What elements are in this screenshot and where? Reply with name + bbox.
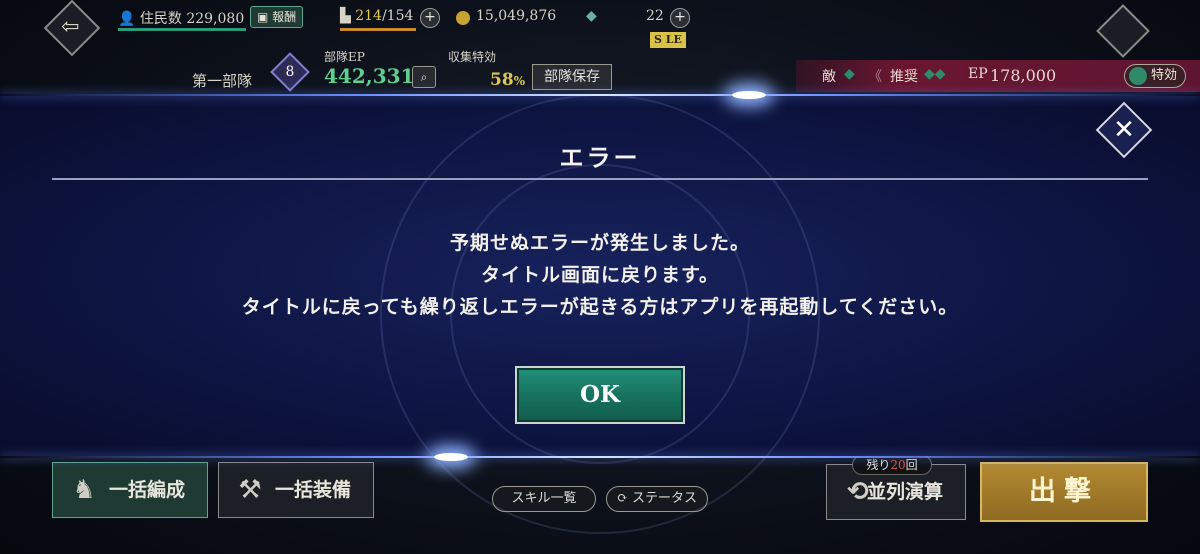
residents-value: 229,080 [186,11,245,27]
modal-title: エラー [559,143,641,172]
error-message-line-2: タイトル画面に戻ります。 [480,264,720,286]
back-arrow-icon: ⇦ [61,14,80,40]
modal-top-glow-spark [732,91,766,99]
search-icon: ⌕ [420,70,428,84]
top-status-bar: ⇦ 👤 住民数 229,080 ▣ 報酬 ▙ 214/154 + 15,049,… [0,0,1200,58]
modal-bottom-glow-line [0,456,1200,458]
modal-bottom-glow-spark [434,453,468,461]
reward-button[interactable]: ▣ 報酬 [250,6,304,28]
gear-icon [1128,67,1147,85]
enemy-info-strip: 敵 ◆ 《 推奨 ◆◆ EP 178,000 特効 [796,60,1200,92]
menu-grid-button[interactable] [1096,4,1150,58]
bulk-equip-button[interactable]: ⚒ 一括装備 [218,462,374,518]
sortie-button[interactable]: 出撃 [980,462,1148,522]
sle-badge: S LE [650,32,686,48]
gems-plus-button[interactable]: + [670,8,690,28]
stamina-icon: ▙ [340,8,351,24]
reward-icon: ▣ [257,10,269,24]
party-ep-label: 部隊EP [324,50,365,64]
party-ep-value: 442,331 [324,64,415,88]
remaining-count-badge: 残り20回 [852,455,932,475]
party-save-button[interactable]: 部隊保存 [532,64,612,90]
party-rank-badge: 8 [270,52,310,92]
gem-icon: ◆ [586,8,597,24]
stamina-bar [340,28,416,31]
coins-value: 15,049,876 [476,8,557,24]
recommend-icon: ◆◆ [924,66,946,82]
modal-top-glow-line [0,94,1200,96]
enemy-ep-value: 178,000 [990,66,1057,85]
person-icon: 👤 [118,11,136,27]
enemy-label: 敵 [822,69,836,85]
enemy-attr-icon: ◆ [844,66,855,82]
hammer-icon: ⚒ [238,475,262,505]
stamina-value: 214 [355,8,382,24]
cycle-icon: ⟲ [847,477,869,507]
stamina-stat: ▙ 214/154 [340,8,413,24]
residents-label: 住民数 [139,11,182,27]
residents-bar [118,28,246,31]
ok-button[interactable]: OK [515,366,685,424]
chevron-left-icon: 《 [868,69,882,85]
gems-stat: 22 [646,8,664,24]
magnifier-button[interactable]: ⌕ [412,66,436,88]
enemy-ep-label: EP [968,66,988,82]
stamina-max: /154 [381,8,414,24]
collect-label: 収集特効 [448,50,497,64]
character-icon: ♞ [72,475,96,505]
gems-value: 22 [646,8,664,24]
close-icon: ✕ [1113,115,1135,145]
coins-stat: 15,049,876 [476,8,556,24]
error-message-line-1: 予期せぬエラーが発生しました。 [449,232,750,254]
recommend-label: 推奨 [890,69,918,85]
title-divider [52,178,1148,180]
error-message-line-3: タイトルに戻っても繰り返しエラーが起きる方はアプリを再起動してください。 [241,296,959,318]
special-effect-button[interactable]: 特効 [1123,64,1186,88]
coin-icon [456,11,470,25]
bulk-form-button[interactable]: ♞ 一括編成 [52,462,208,518]
back-button[interactable]: ⇦ [43,0,101,57]
collect-value: 58% [490,70,526,90]
residents-stat: 👤 住民数 229,080 [118,8,244,28]
party-name: 第一部隊 [192,72,253,90]
stamina-plus-button[interactable]: + [420,8,440,28]
